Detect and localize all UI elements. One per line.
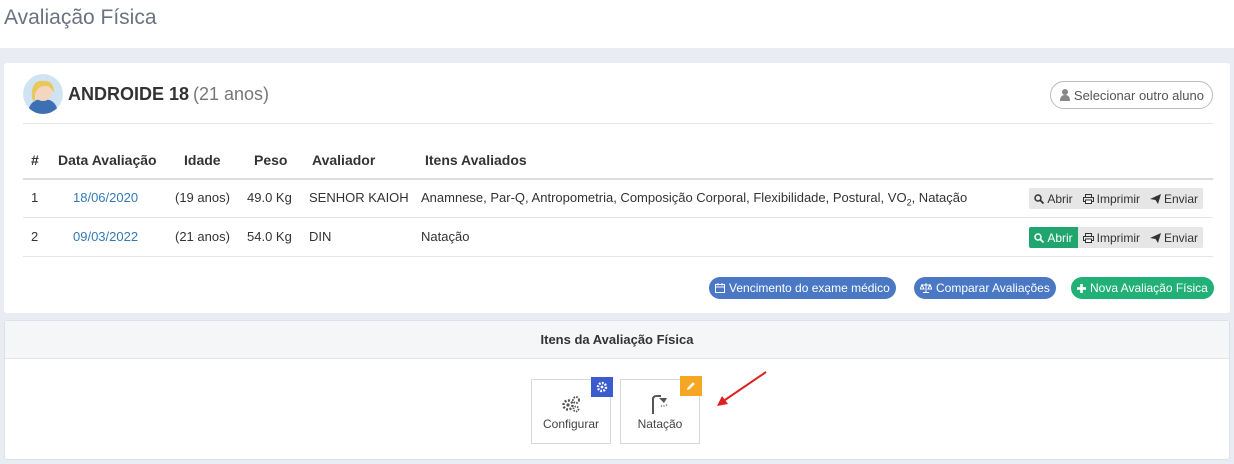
row-age: (21 anos) [175,229,230,244]
exam-due-button[interactable]: Vencimento do exame médico [709,277,896,299]
row-items: Anamnese, Par-Q, Antropometria, Composiç… [421,190,968,208]
student-name: ANDROIDE 18 [68,84,190,104]
send-button[interactable]: Enviar [1145,227,1203,248]
search-icon [1034,232,1045,243]
row-age: (19 anos) [175,190,230,205]
col-header-weight: Peso [254,152,288,168]
tile-label: Natação [637,416,683,431]
col-header-age: Idade [184,152,221,168]
row-num: 2 [31,229,39,244]
print-icon [1082,232,1094,243]
row-actions: Abrir Imprimir Enviar [1029,227,1203,248]
row-weight: 49.0 Kg [247,190,292,205]
row-items: Natação [421,229,470,244]
user-icon [1059,89,1070,101]
compare-button[interactable]: Comparar Avaliações [914,277,1056,299]
evaluation-items-panel: Itens da Avaliação Física Configurar Nat… [4,320,1230,460]
row-weight: 54.0 Kg [247,229,292,244]
col-header-num: # [31,152,39,168]
configure-badge[interactable] [591,377,613,397]
row-divider [23,217,1213,218]
select-student-button[interactable]: Selecionar outro aluno [1049,81,1213,109]
student-card: ANDROIDE 18 (21 anos) Selecionar outro a… [4,63,1230,313]
select-student-label: Selecionar outro aluno [1073,87,1204,103]
shower-icon [652,394,668,414]
new-evaluation-button[interactable]: Nova Avaliação Física [1071,277,1214,299]
col-header-evaluator: Avaliador [312,152,376,168]
balance-scale-icon [920,283,932,293]
avatar [23,74,63,114]
row-divider [23,256,1213,257]
search-icon [1034,193,1045,204]
divider [23,123,1213,124]
row-actions: Abrir Imprimir Enviar [1029,188,1203,209]
tile-label: Configurar [542,416,600,431]
open-button[interactable]: Abrir [1029,188,1077,209]
panel-title: Itens da Avaliação Física [5,321,1229,359]
row-date-link[interactable]: 18/06/2020 [73,190,138,205]
page-title: Avaliação Física [4,6,157,29]
col-header-date: Data Avaliação [58,152,157,168]
gear-icon [596,381,608,393]
row-evaluator: DIN [309,229,332,244]
gears-icon [562,395,580,412]
col-header-items: Itens Avaliados [425,152,527,168]
open-button[interactable]: Abrir [1029,227,1078,248]
print-button[interactable]: Imprimir [1078,227,1145,248]
calendar-icon [715,283,725,293]
plus-icon [1077,283,1086,293]
send-button[interactable]: Enviar [1145,188,1203,209]
row-num: 1 [31,190,39,205]
annotation-arrow-icon [717,371,767,406]
page-header: Avaliação Física [0,0,1234,48]
print-button[interactable]: Imprimir [1078,188,1145,209]
table-header-divider [23,178,1213,180]
paper-plane-icon [1149,193,1161,204]
row-evaluator: SENHOR KAIOH [309,190,409,205]
pencil-icon [687,382,695,390]
student-age: (21 anos) [193,84,270,104]
paper-plane-icon [1149,232,1161,243]
row-date-link[interactable]: 09/03/2022 [73,229,138,244]
edit-badge[interactable] [680,376,702,396]
print-icon [1082,193,1094,204]
